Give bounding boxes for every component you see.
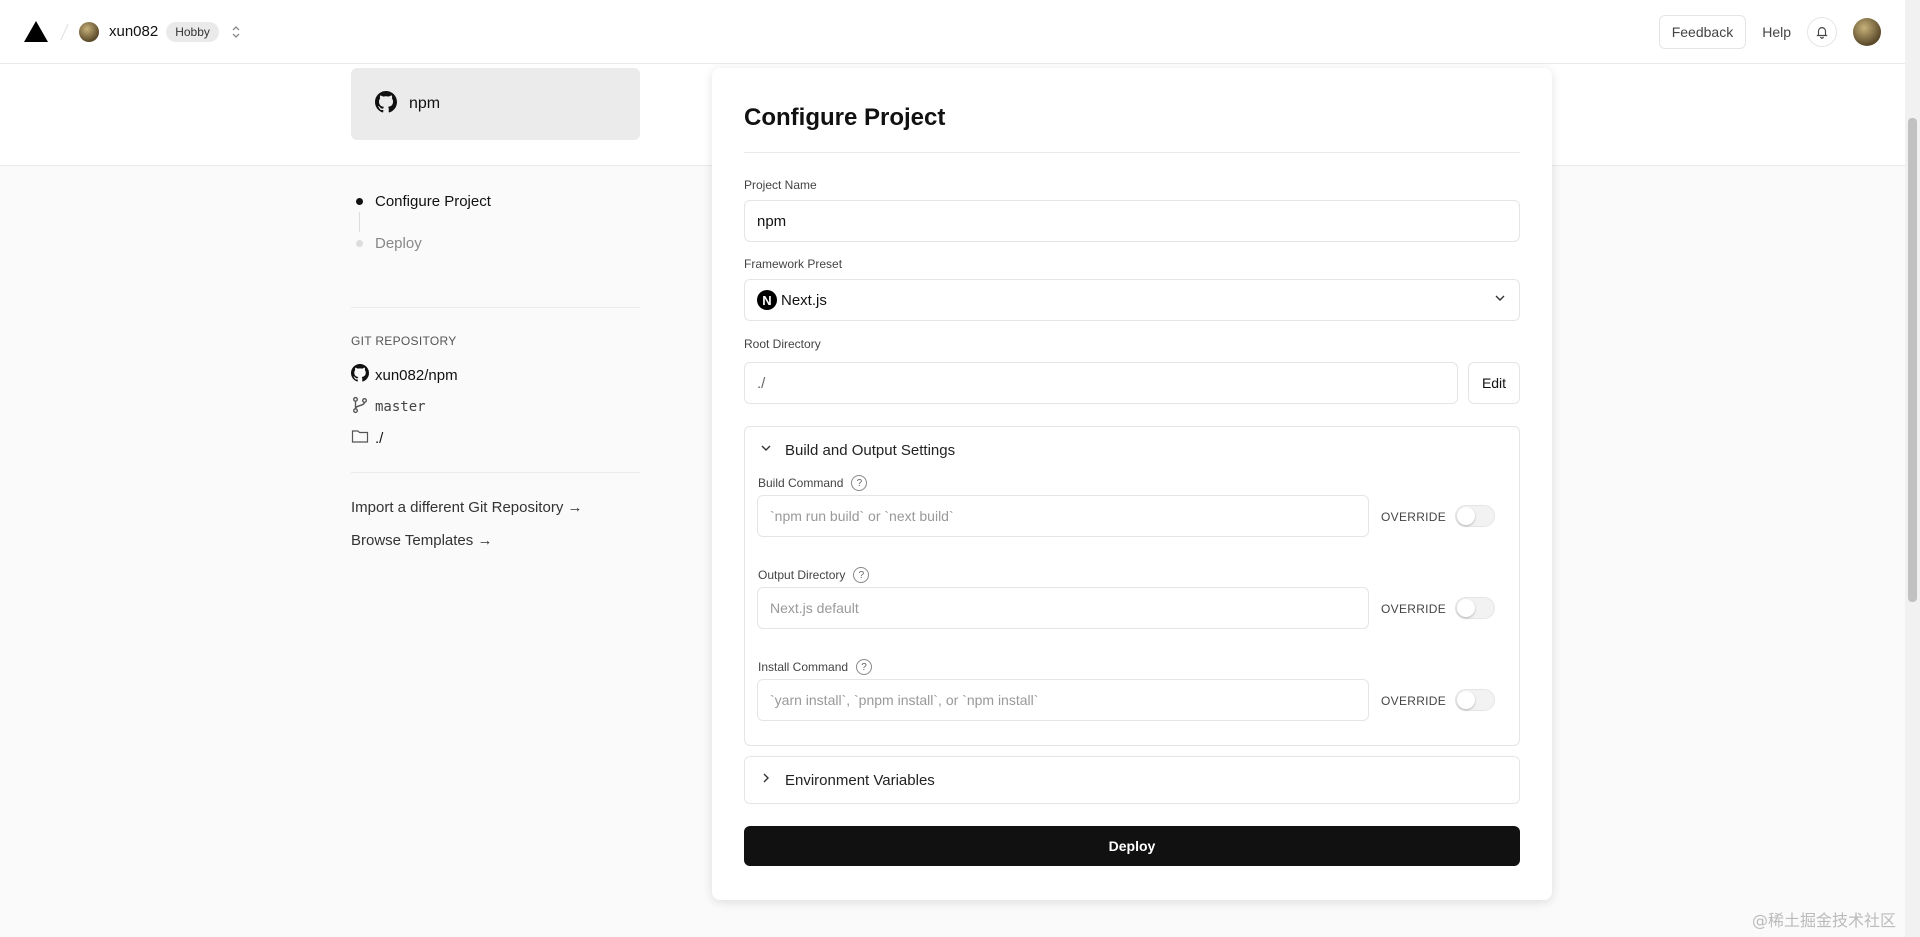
git-section-label: GIT REPOSITORY — [351, 334, 457, 348]
build-output-settings-body: Build Command ? `npm run build` or `next… — [745, 473, 1519, 745]
output-override-toggle[interactable] — [1455, 597, 1495, 619]
card-title: Configure Project — [744, 104, 946, 131]
output-directory-input[interactable]: Next.js default — [757, 587, 1369, 629]
configure-project-card: Configure Project Project Name npm Frame… — [712, 68, 1552, 900]
environment-variables-toggle[interactable]: Environment Variables — [745, 757, 1519, 803]
install-command-label: Install Command ? — [758, 659, 873, 675]
edit-root-directory-button[interactable]: Edit — [1468, 362, 1520, 404]
project-name-label: Project Name — [744, 178, 817, 192]
install-override-label: OVERRIDE — [1381, 694, 1447, 708]
vercel-logo-icon[interactable] — [24, 21, 48, 42]
build-output-settings-title: Build and Output Settings — [785, 441, 956, 459]
build-command-label: Build Command ? — [758, 475, 868, 491]
install-override-toggle[interactable] — [1455, 689, 1495, 711]
step-inactive-dot — [356, 239, 363, 247]
framework-preset-value: Next.js — [781, 291, 827, 309]
build-command-placeholder: `npm run build` or `next build` — [770, 508, 954, 524]
build-command-input[interactable]: `npm run build` or `next build` — [757, 495, 1369, 537]
build-override-toggle[interactable] — [1455, 505, 1495, 527]
root-directory-input[interactable]: ./ — [744, 362, 1458, 404]
install-command-input[interactable]: `yarn install`, `pnpm install`, or `npm … — [757, 679, 1369, 721]
plan-badge: Hobby — [166, 21, 219, 42]
scrollbar-thumb[interactable] — [1908, 118, 1917, 602]
output-directory-label-text: Output Directory — [758, 568, 846, 582]
deploy-button[interactable]: Deploy — [744, 826, 1520, 866]
git-directory-row: ./ — [351, 428, 383, 448]
output-override-label: OVERRIDE — [1381, 602, 1447, 616]
environment-variables-title: Environment Variables — [785, 771, 935, 789]
git-branch-name: master — [375, 399, 426, 415]
build-output-settings-toggle[interactable]: Build and Output Settings — [745, 427, 1519, 473]
git-directory-value: ./ — [375, 429, 384, 447]
git-repo-row[interactable]: xun082/npm — [351, 364, 458, 386]
step-connector — [359, 212, 360, 232]
environment-variables-panel: Environment Variables — [744, 756, 1520, 804]
page-scrollbar[interactable] — [1905, 0, 1920, 937]
chevron-down-icon — [1493, 291, 1507, 309]
nextjs-icon: N — [757, 290, 777, 310]
watermark: @稀土掘金技术社区 — [1752, 911, 1897, 930]
github-icon — [351, 364, 369, 386]
chevron-down-icon — [759, 441, 773, 459]
import-different-repo-link[interactable]: Import a different Git Repository → — [351, 499, 582, 516]
notifications-bell-icon[interactable] — [1807, 16, 1837, 47]
root-directory-label: Root Directory — [744, 337, 821, 351]
install-command-placeholder: `yarn install`, `pnpm install`, or `npm … — [770, 692, 1039, 708]
top-nav: xun082 Hobby Feedback Help — [0, 0, 1905, 64]
root-directory-value: ./ — [757, 374, 766, 392]
step-active-dot — [356, 197, 363, 205]
git-branch-row: master — [351, 396, 426, 418]
help-circle-icon[interactable]: ? — [856, 659, 873, 675]
scope-switcher-icon[interactable] — [231, 24, 241, 40]
step-label: Deploy — [375, 234, 422, 252]
browse-templates-link[interactable]: Browse Templates → — [351, 532, 492, 549]
install-command-label-text: Install Command — [758, 660, 849, 674]
help-circle-icon[interactable]: ? — [851, 475, 868, 491]
user-avatar[interactable] — [1853, 17, 1881, 46]
left-divider — [351, 472, 640, 473]
step-label: Configure Project — [375, 192, 491, 210]
repo-card: npm — [351, 68, 640, 140]
git-branch-icon — [351, 396, 369, 418]
feedback-button[interactable]: Feedback — [1658, 14, 1747, 49]
output-directory-label: Output Directory ? — [758, 567, 870, 583]
step-deploy: Deploy — [351, 232, 491, 254]
output-directory-placeholder: Next.js default — [770, 600, 859, 616]
repo-card-name: npm — [409, 95, 441, 112]
framework-preset-select[interactable]: N Next.js — [744, 279, 1520, 321]
framework-preset-label: Framework Preset — [744, 257, 843, 271]
steps-list: Configure Project Deploy — [351, 190, 491, 254]
github-icon — [375, 90, 397, 118]
team-avatar[interactable] — [79, 21, 99, 42]
help-circle-icon[interactable]: ? — [853, 567, 870, 583]
nav-separator — [60, 23, 69, 40]
step-configure-project: Configure Project — [351, 190, 491, 212]
git-repo-name[interactable]: xun082/npm — [375, 367, 458, 384]
card-divider — [744, 152, 1520, 153]
build-override-label: OVERRIDE — [1381, 510, 1447, 524]
build-output-settings-panel: Build and Output Settings Build Command … — [744, 426, 1520, 746]
left-divider — [351, 307, 640, 308]
chevron-right-icon — [759, 771, 773, 789]
project-name-input[interactable]: npm — [744, 200, 1520, 242]
project-name-value: npm — [757, 212, 787, 230]
help-link[interactable]: Help — [1762, 24, 1791, 40]
folder-icon — [351, 428, 369, 448]
user-name[interactable]: xun082 — [109, 23, 158, 40]
build-command-label-text: Build Command — [758, 476, 844, 490]
